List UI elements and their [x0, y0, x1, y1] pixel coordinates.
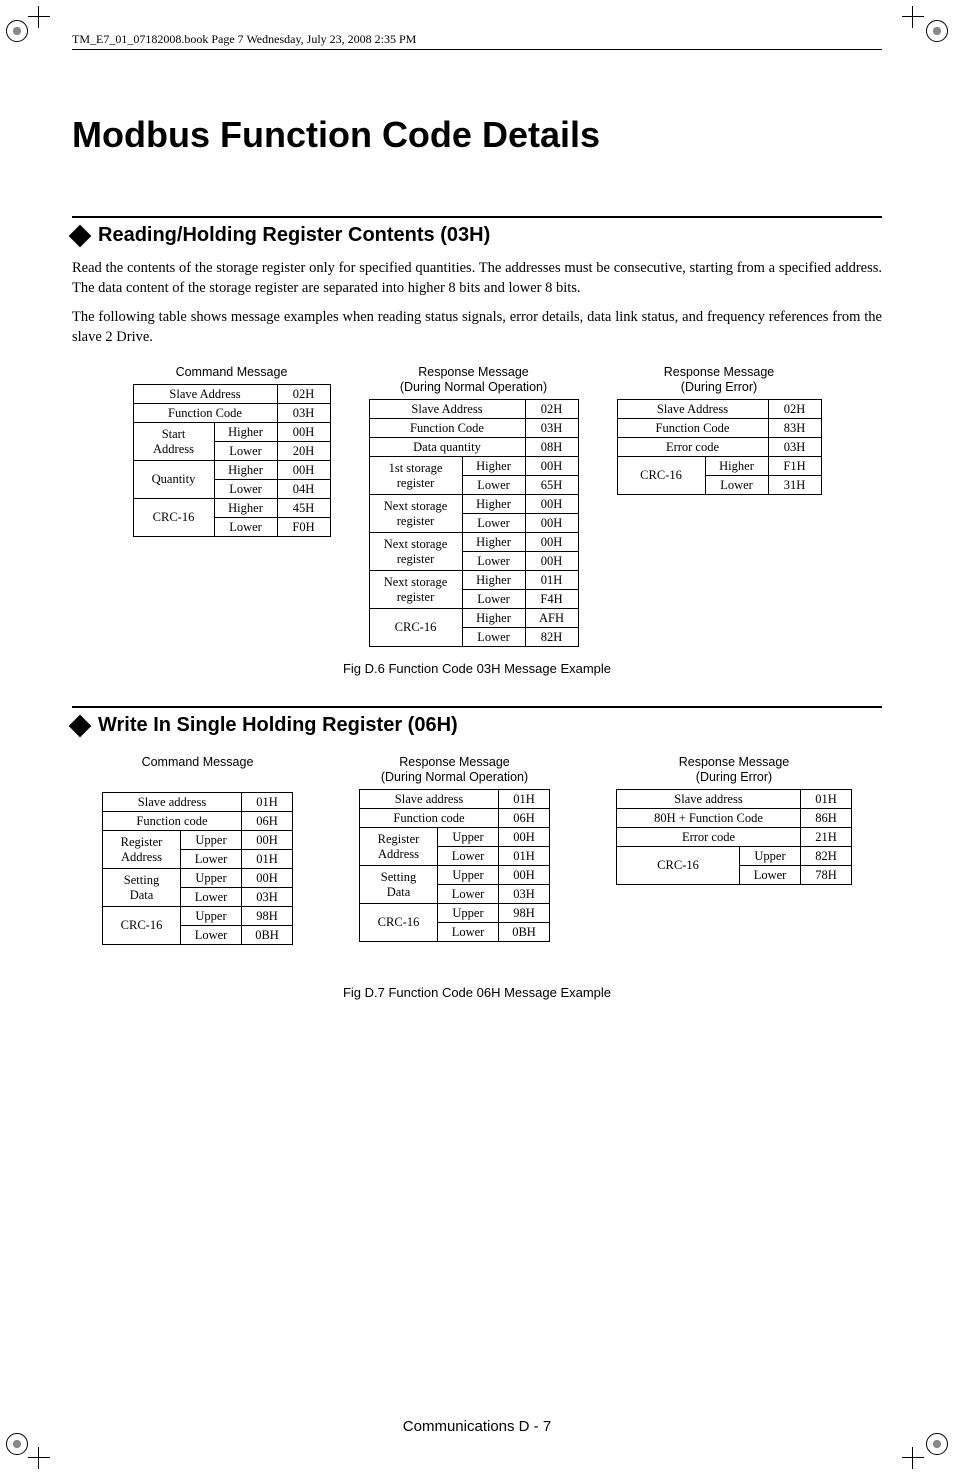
s1-command-table: Slave Address02HFunction Code03HStartAdd… — [133, 384, 331, 537]
s1-response-error-table: Slave Address02HFunction Code83HError co… — [617, 399, 822, 495]
crop-mark-tr — [902, 6, 948, 52]
figure-d6-caption: Fig D.6 Function Code 03H Message Exampl… — [72, 661, 882, 676]
s2-response-normal-table: Slave address01HFunction code06HRegister… — [359, 789, 550, 942]
table-caption-command: Command Message — [142, 755, 254, 770]
header-note: TM_E7_01_07182008.book Page 7 Wednesday,… — [72, 32, 882, 50]
section1-paragraph-1: Read the contents of the storage registe… — [72, 259, 882, 298]
table-caption-response-normal: Response Message (During Normal Operatio… — [400, 365, 547, 395]
s1-response-normal-table: Slave Address02HFunction Code03HData qua… — [369, 399, 579, 647]
page-main-title: Modbus Function Code Details — [72, 114, 882, 156]
diamond-bullet-icon — [69, 714, 92, 737]
table-caption-response-error: Response Message (During Error) — [679, 755, 789, 785]
s2-command-table: Slave address01HFunction code06HRegister… — [102, 792, 293, 945]
diamond-bullet-icon — [69, 224, 92, 247]
section1-title: Reading/Holding Register Contents (03H) — [98, 224, 490, 247]
crop-mark-tl — [6, 6, 52, 52]
s2-response-error-table: Slave address01H80H + Function Code86HEr… — [616, 789, 852, 885]
table-caption-response-normal: Response Message (During Normal Operatio… — [381, 755, 528, 785]
section1-paragraph-2: The following table shows message exampl… — [72, 308, 882, 347]
section-divider — [72, 706, 882, 708]
figure-d7-caption: Fig D.7 Function Code 06H Message Exampl… — [72, 985, 882, 1000]
section2-title: Write In Single Holding Register (06H) — [98, 714, 458, 737]
table-caption-command: Command Message — [176, 365, 288, 380]
section-divider — [72, 216, 882, 218]
page-footer: Communications D - 7 — [0, 1418, 954, 1435]
table-caption-response-error: Response Message (During Error) — [664, 365, 774, 395]
